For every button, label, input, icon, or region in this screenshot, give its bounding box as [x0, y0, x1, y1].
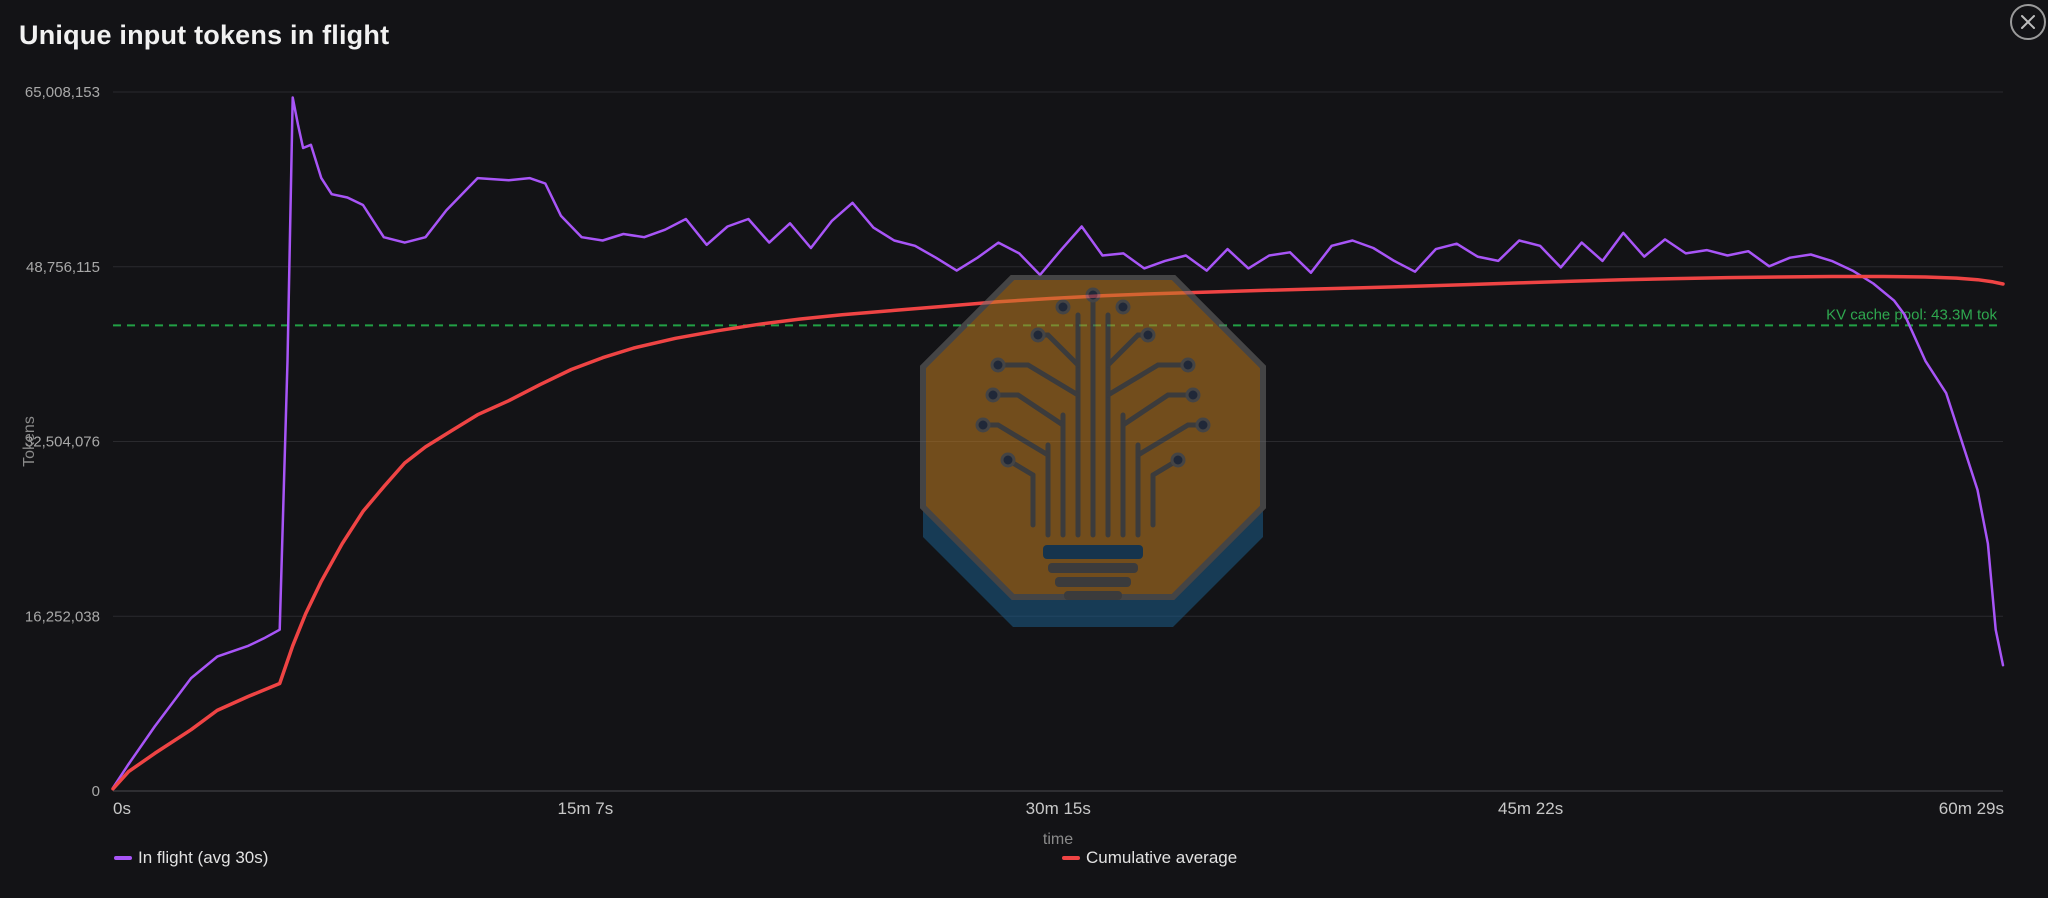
x-tick-label: 30m 15s	[1026, 799, 1091, 818]
legend-swatch-in-flight	[114, 856, 132, 860]
legend-item-cumulative[interactable]: Cumulative average	[1062, 848, 1237, 868]
y-tick-label: 0	[92, 783, 100, 800]
y-tick-label: 16,252,038	[25, 608, 100, 625]
x-tick-label: 45m 22s	[1498, 799, 1563, 818]
x-axis-label: time	[1043, 831, 1073, 848]
x-tick-label: 0s	[113, 799, 131, 818]
y-axis-label: Tokens	[21, 416, 38, 467]
legend-label-in-flight: In flight (avg 30s)	[138, 848, 269, 867]
legend-swatch-cumulative	[1062, 856, 1080, 860]
lightbulb-circuit-watermark-icon	[920, 275, 1266, 627]
kv-cache-reference-label: KV cache pool: 43.3M tok	[1826, 306, 1997, 323]
y-tick-label: 48,756,115	[26, 259, 100, 276]
legend-label-cumulative: Cumulative average	[1086, 848, 1238, 867]
legend-item-in-flight[interactable]: In flight (avg 30s)	[114, 848, 268, 868]
x-tick-label: 60m 29s	[1939, 799, 2004, 818]
chart-panel: Unique input tokens in flight 0 16,252,03…	[0, 0, 2048, 898]
y-tick-label: 65,008,153	[25, 84, 100, 101]
x-tick-label: 15m 7s	[557, 799, 613, 818]
